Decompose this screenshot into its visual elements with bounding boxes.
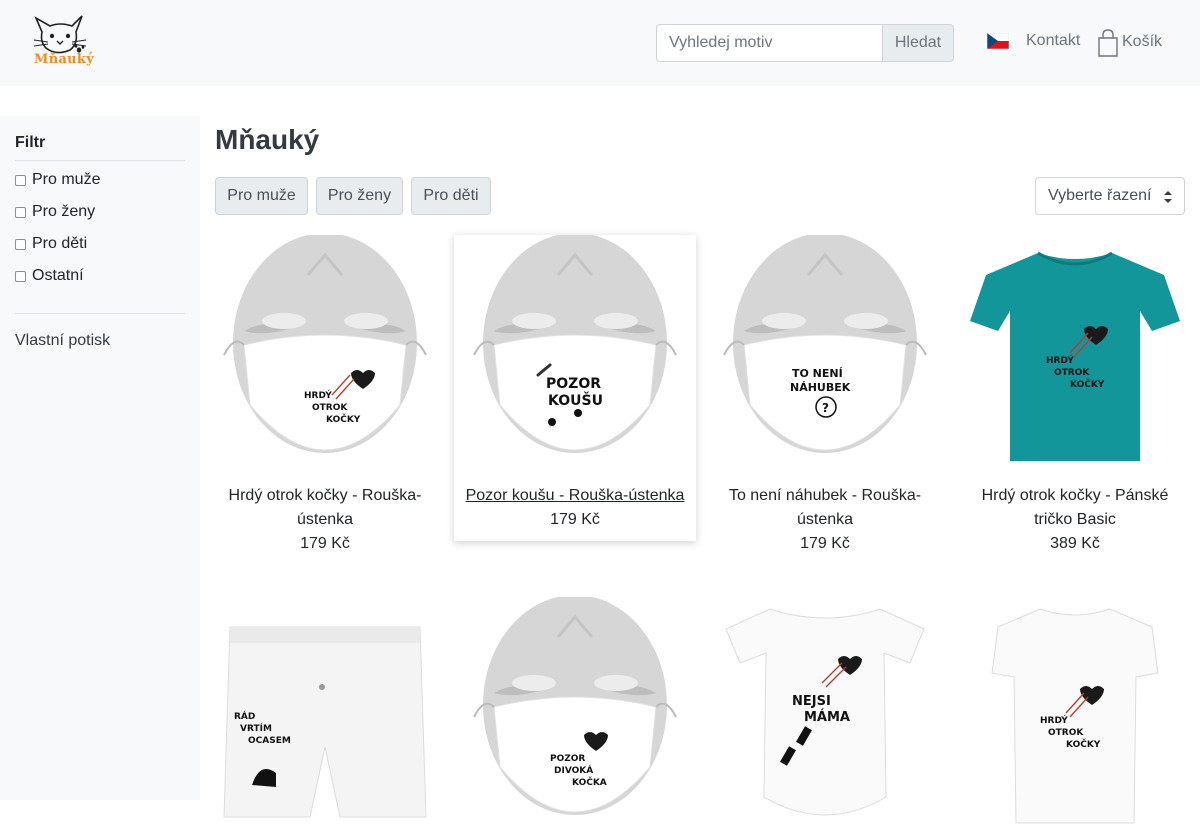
filter-women[interactable]: Pro ženy [15,201,95,223]
filter-other[interactable]: Ostatní [15,265,84,287]
checkbox[interactable] [15,174,26,186]
checkbox[interactable] [15,238,26,250]
svg-text:KOČKY: KOČKY [1070,378,1105,390]
svg-text:?: ? [822,401,829,415]
product-card[interactable]: POZOR DIVOKÁ KOČKA [454,597,696,839]
select-arrows-icon [1164,191,1172,203]
svg-text:NEJSI: NEJSI [792,694,831,709]
product-price: 179 Kč [550,511,600,528]
product-name[interactable]: Pozor koušu - Rouška-ústenka [454,484,696,508]
page-title: Mňauký [215,124,320,155]
category-men-button[interactable]: Pro muže [215,177,308,215]
product-image[interactable]: HRDÝ OTROK KOČKY [954,235,1196,477]
svg-text:KOUŠU: KOUŠU [548,391,603,409]
svg-text:HRDÝ: HRDÝ [1040,714,1068,726]
filter-label: Pro děti [32,235,88,252]
product-image[interactable]: NEJSI MÁMA [704,597,946,839]
svg-text:KOČKY: KOČKY [1066,738,1101,750]
svg-text:POZOR: POZOR [546,376,601,392]
product-card[interactable]: RÁD VRTÍM OCASEM [204,597,446,839]
checkbox[interactable] [15,270,26,282]
product-card[interactable]: HRDÝ OTROK KOČKY Hrdý otrok kočky - Páns… [954,235,1196,556]
svg-text:OCASEM: OCASEM [248,736,291,746]
czech-flag-icon[interactable] [987,33,1009,49]
sort-select-value: Vyberte řazení [1048,187,1152,204]
product-image[interactable]: POZOR DIVOKÁ KOČKA [454,597,696,839]
cart-link[interactable]: Košík [1122,33,1162,51]
svg-text:OTROK: OTROK [1054,368,1090,378]
product-card[interactable]: POZOR KOUŠU Pozor koušu - Rouška-ústenka… [454,235,696,541]
checkbox[interactable] [15,206,26,218]
svg-text:MÁMA: MÁMA [804,709,850,725]
custom-print-link[interactable]: Vlastní potisk [15,332,110,350]
product-image[interactable]: POZOR KOUŠU [454,235,696,477]
product-card[interactable]: HRDÝ OTROK KOČKY Hrdý otrok kočky - Rouš… [204,235,446,556]
svg-text:DIVOKÁ: DIVOKÁ [554,764,593,776]
svg-text:HRDÝ: HRDÝ [304,389,332,401]
contact-link[interactable]: Kontakt [1026,32,1080,50]
product-card[interactable]: NEJSI MÁMA [704,597,946,839]
search-input[interactable] [656,24,883,62]
product-image[interactable]: RÁD VRTÍM OCASEM [204,597,446,839]
product-price: 389 Kč [1050,535,1100,552]
product-price: 179 Kč [800,535,850,552]
product-price: 179 Kč [300,535,350,552]
svg-text:HRDÝ: HRDÝ [1046,354,1074,366]
svg-text:TO NENÍ: TO NENÍ [792,367,843,380]
product-card[interactable]: HRDÝ OTROK KOČKY [954,597,1196,839]
site-header: Mňauký Hledat Kontakt Košík [0,0,1200,86]
filter-label: Ostatní [32,267,84,284]
divider [15,313,185,314]
sort-select[interactable]: Vyberte řazení [1035,177,1185,215]
svg-text:VRTÍM: VRTÍM [240,722,272,734]
svg-text:OTROK: OTROK [1048,728,1084,738]
filter-kids[interactable]: Pro děti [15,233,87,255]
filter-title: Filtr [15,134,46,151]
product-image[interactable]: HRDÝ OTROK KOČKY [204,235,446,477]
filter-sidebar: Filtr Pro muže Pro ženy Pro děti Ostatní… [0,116,200,800]
svg-text:RÁD: RÁD [234,710,255,722]
product-name[interactable]: Hrdý otrok kočky - Pánské tričko Basic [954,484,1196,532]
svg-text:POZOR: POZOR [550,754,585,764]
filter-label: Pro muže [32,171,101,188]
svg-text:KOČKY: KOČKY [326,413,361,425]
category-women-button[interactable]: Pro ženy [316,177,403,215]
product-name[interactable]: Hrdý otrok kočky - Rouška-ústenka [204,484,446,532]
product-image[interactable]: HRDÝ OTROK KOČKY [954,597,1196,839]
category-kids-button[interactable]: Pro děti [411,177,491,215]
svg-text:KOČKA: KOČKA [572,776,607,788]
filter-men[interactable]: Pro muže [15,169,100,191]
logo-text: Mňauký [34,52,95,67]
divider [15,160,185,161]
product-name[interactable]: To není náhubek - Rouška-ústenka [704,484,946,532]
product-card[interactable]: TO NENÍ NÁHUBEK ? To není náhubek - Rouš… [704,235,946,556]
shopping-bag-icon[interactable] [1097,29,1119,57]
filter-label: Pro ženy [32,203,96,220]
search-button[interactable]: Hledat [882,24,954,62]
product-image[interactable]: TO NENÍ NÁHUBEK ? [704,235,946,477]
svg-text:OTROK: OTROK [312,403,348,413]
svg-text:NÁHUBEK: NÁHUBEK [790,381,851,394]
